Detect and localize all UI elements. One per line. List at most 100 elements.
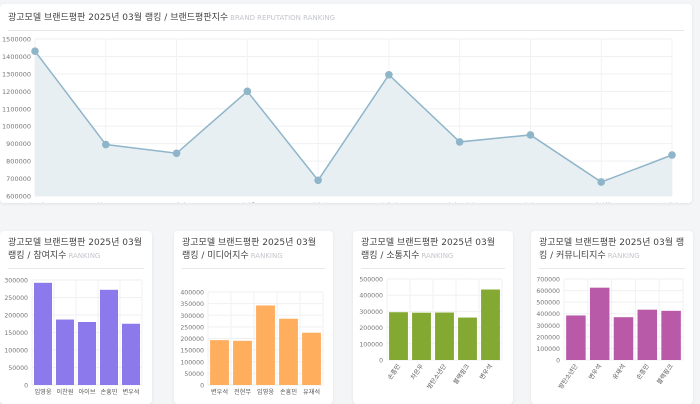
panel-1-y-tick-label: 100000 — [4, 348, 28, 355]
panel-1-y-tick-label: 50000 — [8, 365, 28, 372]
main-area-fill — [35, 51, 672, 196]
panel-3-x-tick-label: 손흥민 — [386, 362, 403, 381]
panel-1-y-tick-label: 300000 — [4, 278, 28, 285]
panel-1-x-tick-label: 변우석 — [122, 388, 139, 396]
panel-4-bar-chart: 0 100000 200000 300000 400000 500000 600000 700… — [536, 277, 684, 390]
panel-2-bar — [233, 340, 252, 385]
main-data-point — [101, 140, 110, 149]
main-x-tick-label: 유재석 — [168, 201, 186, 203]
panel-4-x-tick-label: 손흥민 — [635, 362, 652, 381]
main-x-tick-label: 손흥민 — [380, 201, 398, 203]
panel-4-y-tick-label: 100000 — [536, 346, 560, 353]
panel-2-bar — [256, 305, 275, 385]
panel-3-y-tick-label: 0 — [379, 358, 383, 365]
panel-3-bar — [481, 289, 500, 360]
main-x-tick-label: 이찬원 — [309, 201, 327, 203]
main-data-point — [172, 149, 181, 158]
panel-4-x-tick-label: 방탄소년단 — [557, 362, 580, 390]
panel-2-y-tick-label: 250000 — [180, 324, 204, 331]
panel-4-x-tick-label: 변우석 — [587, 363, 603, 382]
panel-1-bar — [77, 322, 97, 385]
panel-card-1: 광고모델 브랜드평판 2025년 03월 랭킹 / 참여지수 RANKING 05… — [0, 231, 152, 404]
main-data-point — [668, 151, 676, 159]
main-x-tick-label: 아이브 — [521, 201, 539, 203]
panel-3-x-tick-label: 블랙핑크 — [452, 362, 472, 385]
main-area-chart: 600000 700000 800000 900000 1000000 1100000 12… — [2, 36, 684, 204]
panel-2-bar — [210, 340, 229, 385]
panel-4-bar — [589, 287, 610, 360]
main-y-tick-label: 1500000 — [2, 36, 31, 44]
panel-3-bar — [458, 317, 477, 360]
panel-4-y-tick-label: 700000 — [536, 277, 560, 284]
panel-2-y-tick-label: 150000 — [180, 348, 204, 355]
panel-3-y-tick-label: 500000 — [359, 277, 383, 284]
panel-1-y-tick-label: 0 — [24, 383, 28, 390]
panel-4-y-tick-label: 300000 — [536, 323, 560, 330]
main-chart-card: 광고모델 브랜드평판 2025년 03월 랭킹 / 브랜드평판지수 BRAND R… — [0, 4, 692, 203]
panel-3-x-tick-label: 방탄소년단 — [425, 362, 448, 390]
panel-2-x-tick-label: 전현무 — [234, 388, 251, 396]
main-data-point — [314, 176, 322, 185]
panel-2-y-tick-label: 400000 — [180, 290, 204, 297]
panel-4-y-tick-label: 400000 — [536, 311, 560, 318]
panel-2-y-tick-label: 100000 — [180, 359, 204, 366]
panel-3-y-tick-label: 100000 — [359, 341, 383, 348]
panel-2-bar — [279, 318, 298, 385]
main-x-tick-label: 임영웅 — [238, 201, 256, 203]
main-x-tick-label: 블랙핑크 — [660, 201, 684, 203]
main-y-tick-label: 600000 — [6, 193, 31, 201]
panel-1-x-tick-label: 임영웅 — [34, 388, 51, 396]
main-x-tick-label: 방탄소년단 — [445, 201, 475, 203]
main-y-tick-label: 1000000 — [2, 123, 31, 131]
panel-4-bar — [637, 309, 658, 360]
panel-2-y-tick-label: 0 — [200, 383, 204, 390]
panel-4-y-tick-label: 200000 — [536, 334, 560, 341]
panel-2-y-tick-label: 50000 — [184, 371, 204, 378]
panel-1-x-tick-label: 손흥민 — [100, 388, 117, 396]
panel-3-bar — [412, 312, 431, 360]
panel-1-bar — [99, 289, 119, 385]
panel-2-x-tick-label: 임영웅 — [257, 388, 274, 396]
panel-2-bar-chart: 0 50000 100000 150000 200000 250000 300000 3500… — [180, 290, 324, 396]
panel-2-bar — [302, 332, 321, 385]
main-y-tick-label: 1400000 — [2, 53, 31, 61]
panel-4-x-tick-label: 유재석 — [611, 363, 627, 382]
panel-2-x-tick-label: 변우석 — [211, 388, 228, 396]
main-data-point — [385, 70, 393, 79]
main-y-tick-label: 1200000 — [2, 88, 31, 96]
panel-1-x-tick-label: 아이브 — [78, 388, 95, 396]
panel-3-bar — [389, 312, 408, 360]
panel-4-bar — [661, 310, 681, 360]
panel-3-y-tick-label: 200000 — [359, 325, 383, 332]
main-data-point — [31, 47, 39, 56]
main-x-tick-label: 이병헌 — [592, 201, 610, 203]
main-y-tick-label: 700000 — [6, 175, 31, 183]
panel-3-y-tick-label: 300000 — [359, 309, 383, 316]
panel-3-x-tick-label: 차은우 — [409, 362, 426, 381]
panel-3-y-tick-label: 400000 — [359, 293, 383, 300]
panel-card-3: 광고모델 브랜드평판 2025년 03월 랭킹 / 소통지수 RANKING 01… — [353, 231, 513, 404]
main-data-point — [597, 178, 606, 186]
main-data-point — [455, 138, 464, 146]
panel-1-x-tick-label: 이찬원 — [56, 388, 73, 396]
main-y-tick-label: 1300000 — [2, 70, 31, 78]
panel-1-y-tick-label: 250000 — [4, 295, 28, 302]
main-x-tick-label: 변우석 — [26, 201, 44, 203]
panel-2-y-tick-label: 200000 — [180, 336, 204, 343]
main-data-point — [243, 87, 252, 96]
panel-1-y-tick-label: 150000 — [4, 330, 28, 337]
main-y-tick-label: 1100000 — [2, 105, 31, 113]
panel-2-y-tick-label: 300000 — [180, 313, 204, 320]
panel-card-2: 광고모델 브랜드평판 2025년 03월 랭킹 / 미디어지수 RANKING 0… — [174, 231, 333, 404]
panel-3-bar — [435, 312, 454, 360]
panel-2-x-tick-label: 유재석 — [303, 388, 320, 396]
panel-2-x-tick-label: 손흥민 — [280, 388, 297, 396]
panel-4-x-tick-label: 블랙핑크 — [655, 362, 675, 385]
panel-1-bar — [55, 319, 75, 385]
main-y-tick-label: 900000 — [6, 140, 31, 148]
panel-3-x-tick-label: 변우석 — [478, 363, 494, 382]
panel-4-bar — [613, 317, 634, 360]
panel-1-bar — [121, 323, 141, 385]
panel-1-y-tick-label: 200000 — [4, 313, 28, 320]
main-data-point — [526, 131, 535, 139]
